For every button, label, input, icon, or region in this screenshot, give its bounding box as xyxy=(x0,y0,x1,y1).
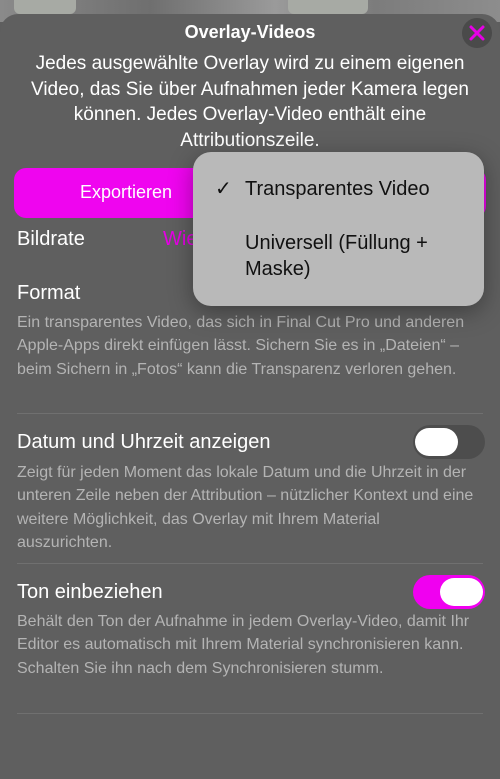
toggle-knob xyxy=(415,428,458,456)
close-button[interactable] xyxy=(462,18,492,48)
bildrate-label: Bildrate xyxy=(17,228,85,250)
sheet-title: Overlay-Videos xyxy=(184,22,316,42)
format-option-transparent[interactable]: Transparentes Video xyxy=(245,176,430,202)
sound-description: Behält den Ton der Aufnahme in jedem Ove… xyxy=(17,613,470,677)
divider xyxy=(17,713,483,714)
format-description: Ein transparentes Video, das sich in Fin… xyxy=(17,314,465,378)
close-icon xyxy=(469,25,485,41)
datetime-description: Zeigt für jeden Moment das lokale Datum … xyxy=(17,464,474,551)
format-option-universal[interactable]: Universell (Füllung + Maske) xyxy=(245,230,470,282)
background-thumbnail xyxy=(14,0,76,14)
datetime-label: Datum und Uhrzeit anzeigen xyxy=(17,431,271,453)
export-button-label: Exportieren xyxy=(80,182,173,202)
background-thumbnail xyxy=(288,0,368,14)
format-menu: ✓ Transparentes Video Universell (Füllun… xyxy=(193,152,484,306)
format-label: Format xyxy=(17,282,81,304)
toggle-knob xyxy=(440,578,483,606)
datetime-toggle[interactable] xyxy=(413,425,485,459)
divider xyxy=(17,413,483,414)
divider xyxy=(17,563,483,564)
sound-toggle[interactable] xyxy=(413,575,485,609)
sound-label: Ton einbeziehen xyxy=(17,581,163,603)
sheet-intro: Jedes ausgewählte Overlay wird zu einem … xyxy=(30,53,469,151)
checkmark-icon: ✓ xyxy=(215,178,232,200)
